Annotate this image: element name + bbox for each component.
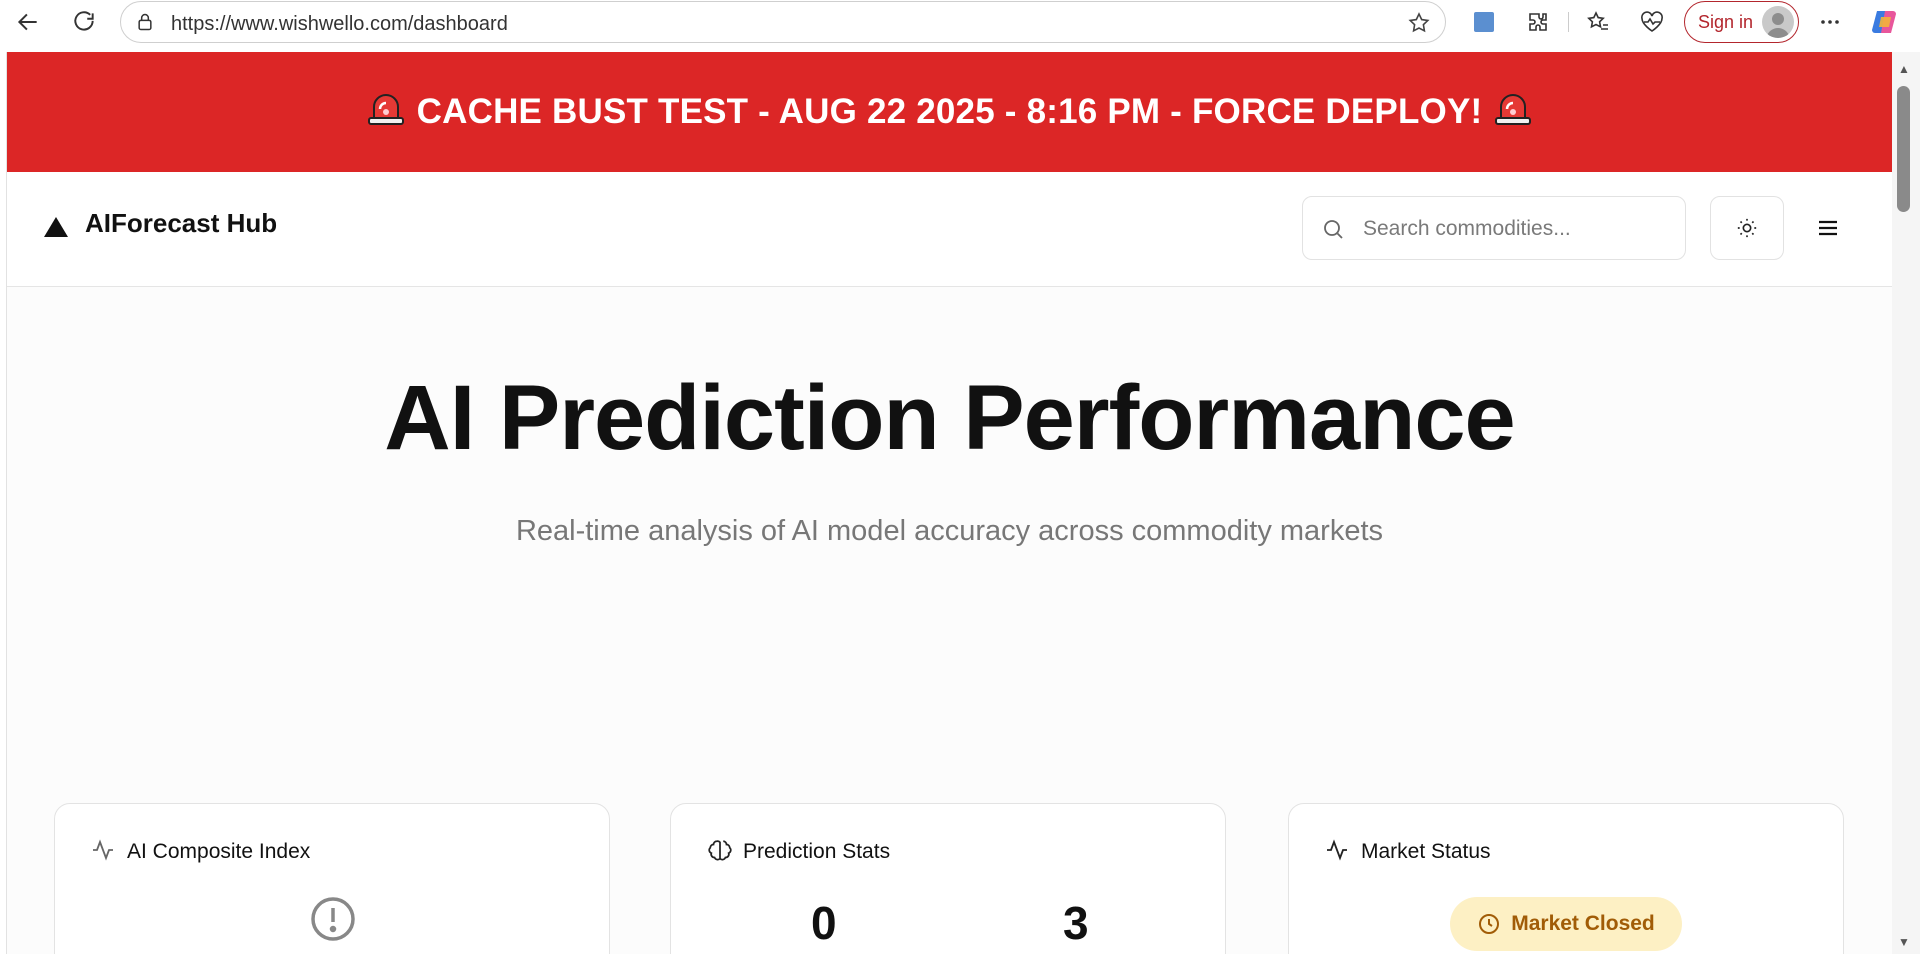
address-bar[interactable]: https://www.wishwello.com/dashboard xyxy=(120,1,1446,43)
search-input[interactable] xyxy=(1361,197,1675,261)
site-header: AIForecast Hub xyxy=(7,172,1892,287)
siren-icon xyxy=(1495,94,1532,125)
reload-button[interactable] xyxy=(68,6,100,38)
extension-square-icon xyxy=(1474,12,1494,32)
card-title: AI Composite Index xyxy=(127,840,311,863)
logo-triangle-icon[interactable] xyxy=(43,216,69,238)
activity-icon xyxy=(1327,839,1347,861)
scroll-down-arrow-icon[interactable]: ▼ xyxy=(1896,935,1912,949)
puzzle-icon xyxy=(1529,13,1547,31)
extension-button[interactable] xyxy=(1468,6,1500,38)
favorites-button[interactable] xyxy=(1582,6,1614,38)
lock-icon xyxy=(138,13,152,31)
back-button[interactable] xyxy=(12,6,44,38)
clock-icon xyxy=(1479,914,1500,934)
card-title: Prediction Stats xyxy=(743,840,891,863)
search-box[interactable] xyxy=(1302,196,1686,261)
hamburger-icon xyxy=(1819,220,1837,236)
copilot-button[interactable] xyxy=(1868,6,1900,38)
composite-index-card: AI Composite Index xyxy=(54,803,610,954)
url-text: https://www.wishwello.com/dashboard xyxy=(171,13,508,35)
health-button[interactable] xyxy=(1636,6,1668,38)
site-logo-text[interactable]: AIForecast Hub xyxy=(85,208,277,239)
page-title: AI Prediction Performance xyxy=(384,367,1515,469)
copilot-icon xyxy=(1872,11,1896,33)
more-options-button[interactable] xyxy=(1814,6,1846,38)
page-viewport: CACHE BUST TEST - AUG 22 2025 - 8:16 PM … xyxy=(6,52,1892,954)
market-status-badge: Market Closed xyxy=(1450,897,1682,951)
toolbar-divider xyxy=(1568,12,1569,32)
scroll-thumb[interactable] xyxy=(1897,86,1910,212)
heart-pulse-icon xyxy=(1641,11,1663,32)
back-arrow-icon xyxy=(17,13,37,31)
page-subtitle: Real-time analysis of AI model accuracy … xyxy=(515,515,1384,547)
banner-text: CACHE BUST TEST - AUG 22 2025 - 8:16 PM … xyxy=(416,92,1483,131)
prediction-stats-card: Prediction Stats 0 3 xyxy=(670,803,1226,954)
sign-in-label: Sign in xyxy=(1698,11,1754,32)
siren-icon xyxy=(367,94,404,125)
scroll-up-arrow-icon[interactable]: ▲ xyxy=(1896,62,1912,76)
brain-icon xyxy=(708,840,732,861)
favorite-star-icon[interactable] xyxy=(1407,11,1431,35)
market-status-card: Market Status Market Closed xyxy=(1288,803,1844,954)
stat-value: 0 xyxy=(811,897,837,949)
more-dots-icon xyxy=(1821,20,1839,24)
deploy-banner: CACHE BUST TEST - AUG 22 2025 - 8:16 PM … xyxy=(7,52,1892,172)
favorites-icon xyxy=(1587,11,1608,30)
card-title: Market Status xyxy=(1361,840,1491,863)
user-avatar-icon xyxy=(1766,13,1790,38)
avatar xyxy=(1762,6,1794,38)
search-icon xyxy=(1324,220,1343,239)
theme-toggle-button[interactable] xyxy=(1710,196,1784,260)
extensions-button[interactable] xyxy=(1522,6,1554,38)
reload-icon xyxy=(74,11,94,31)
alert-circle-icon xyxy=(311,897,355,941)
browser-toolbar: https://www.wishwello.com/dashboard Sign… xyxy=(0,0,1920,44)
market-status-label: Market Closed xyxy=(1511,912,1655,935)
sun-icon xyxy=(1737,218,1757,238)
stat-value: 3 xyxy=(1063,897,1089,949)
sign-in-button[interactable]: Sign in xyxy=(1684,1,1799,43)
menu-button[interactable] xyxy=(1808,208,1848,248)
activity-icon xyxy=(93,839,113,861)
